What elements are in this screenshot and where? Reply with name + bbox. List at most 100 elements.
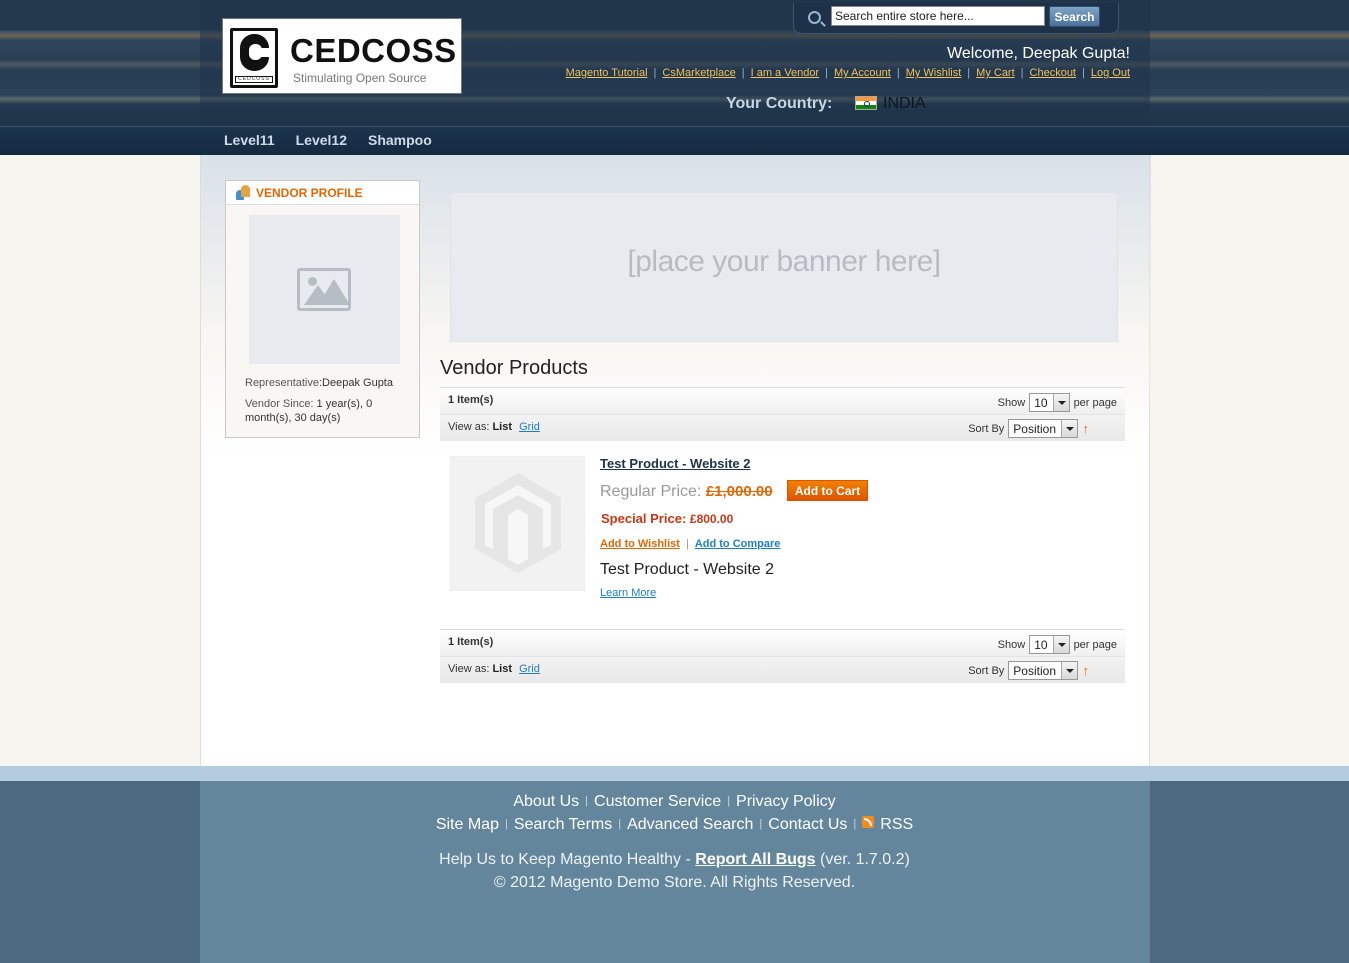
welcome-message: Welcome, Deepak Gupta! [947,45,1130,62]
view-as-label: View as: [448,663,490,675]
footer-link-advanced-search[interactable]: Advanced Search [627,816,753,833]
footer-link-search-terms[interactable]: Search Terms [514,816,612,833]
sort-value: Position [1013,421,1056,436]
image-placeholder-icon [297,268,351,311]
separator: | [1082,67,1085,79]
per-page-label: per page [1073,396,1117,409]
separator: | [741,67,745,79]
product-name-link[interactable]: Test Product - Website 2 [600,456,751,471]
footer-copyright: © 2012 Magento Demo Store. All Rights Re… [493,874,856,891]
view-mode-grid-link[interactable]: Grid [519,663,540,675]
view-as-label: View as: [448,421,490,433]
vendor-profile-box: VENDOR PROFILE Representative:Deepak Gup… [225,180,420,438]
add-to-compare-link[interactable]: Add to Compare [695,538,781,550]
top-links: Magento Tutorial | CsMarketplace | I am a … [566,67,1130,79]
link-magento-tutorial[interactable]: Magento Tutorial [566,67,648,79]
product-image[interactable] [450,456,585,591]
view-mode: View as: List Grid [448,421,540,433]
link-checkout[interactable]: Checkout [1030,67,1076,79]
rss-icon [862,816,875,828]
logo-tagline: Stimulating Open Source [293,71,427,85]
footer-link-customer-service[interactable]: Customer Service [594,793,721,810]
add-to-wishlist-link[interactable]: Add to Wishlist [600,538,680,550]
vendor-rep-value: Deepak Gupta [322,377,393,389]
limiter: Show 10 per page [998,635,1117,654]
separator: | [1020,67,1024,79]
logo-mark-icon: CEDCOSS [230,28,278,88]
magento-logo-icon [475,473,561,573]
chevron-down-icon [1052,394,1069,411]
link-log-out[interactable]: Log Out [1091,67,1130,79]
sort-value: Position [1013,663,1056,678]
sort-select[interactable]: Position [1008,661,1078,680]
vendor-since: Vendor Since: 1 year(s), 0 month(s), 30 … [245,397,405,425]
sort-by-label: Sort By [968,664,1005,677]
logo-title: CEDCOSS [290,32,457,69]
item-count: 1 Item(s) [448,636,494,648]
search-input[interactable] [831,6,1045,26]
per-page-label: per page [1073,638,1117,651]
view-mode-list: List [492,421,512,433]
footer-link-privacy-policy[interactable]: Privacy Policy [736,793,836,810]
sort-select[interactable]: Position [1008,419,1078,438]
india-flag-icon[interactable] [855,96,877,110]
footer-help-prefix: Help Us to Keep Magento Healthy - [439,851,696,868]
limit-value: 10 [1034,637,1048,652]
sort-direction-arrow-icon[interactable]: ↑ [1083,421,1090,436]
view-mode-grid-link[interactable]: Grid [519,421,540,433]
search-form: Search [793,3,1119,34]
footer-link-about-us[interactable]: About Us [513,793,579,810]
footer-link-contact-us[interactable]: Contact Us [768,816,847,833]
footer-link-rss[interactable]: RSS [880,816,913,833]
vendor-rep-label: Representative: [245,377,323,389]
limit-select[interactable]: 10 [1029,393,1070,412]
store-logo[interactable]: CEDCOSS CEDCOSS Stimulating Open Source [222,18,462,94]
view-mode: View as: List Grid [448,663,540,675]
country-name[interactable]: INDIA [883,95,926,113]
learn-more-link[interactable]: Learn More [600,587,656,599]
country-label: Your Country: [726,95,833,112]
report-bugs-link[interactable]: Report All Bugs [695,851,815,868]
show-label: Show [997,638,1026,651]
users-icon [235,185,251,201]
separator: | [685,538,689,550]
footer-help: Help Us to Keep Magento Healthy - Report… [0,851,1349,869]
regular-price-label: Regular Price: [600,483,702,500]
show-label: Show [997,396,1026,409]
link-i-am-a-vendor[interactable]: I am a Vendor [751,67,820,79]
link-csmarketplace[interactable]: CsMarketplace [662,67,735,79]
special-price: Special Price: £800.00 [601,511,733,526]
products-toolbar-top: 1 Item(s) Show 10 per page View as: List… [440,387,1125,441]
vendor-representative: Representative:Deepak Gupta [245,377,393,389]
regular-price: Regular Price: £1,000.00 [600,483,773,501]
footer-link-site-map[interactable]: Site Map [436,816,499,833]
chevron-down-icon [1061,420,1077,437]
link-my-account[interactable]: My Account [834,67,891,79]
link-my-wishlist[interactable]: My Wishlist [906,67,962,79]
nav-bar [0,126,1349,155]
limiter: Show 10 per page [998,393,1117,412]
limit-select[interactable]: 10 [1029,635,1070,654]
nav-item-shampoo[interactable]: Shampoo [368,132,432,148]
separator: | [967,67,971,79]
nav-item-level12[interactable]: Level12 [296,132,347,148]
item-count: 1 Item(s) [448,394,494,406]
chevron-down-icon [1061,662,1077,679]
vendor-photo [249,215,400,364]
nav-item-level11[interactable]: Level11 [224,132,275,148]
products-toolbar-bottom: 1 Item(s) Show 10 per page View as: List… [440,629,1125,683]
vendor-profile-title: VENDOR PROFILE [256,186,363,200]
separator: | [825,67,828,79]
banner-placeholder: [place your banner here] [450,192,1118,342]
vendor-since-label: Vendor Since: [245,398,314,410]
sort-by-label: Sort By [968,422,1005,435]
banner-text: [place your banner here] [627,245,941,278]
search-button[interactable]: Search [1049,6,1100,27]
sort-by: Sort By Position [968,419,1082,438]
sort-direction-arrow-icon[interactable]: ↑ [1083,663,1090,678]
special-price-label: Special Price: [601,511,687,526]
add-to-cart-button[interactable]: Add to Cart [787,480,868,501]
product-short-description: Test Product - Website 2 [600,561,774,578]
link-my-cart[interactable]: My Cart [976,67,1015,79]
special-price-value: £800.00 [689,512,734,526]
